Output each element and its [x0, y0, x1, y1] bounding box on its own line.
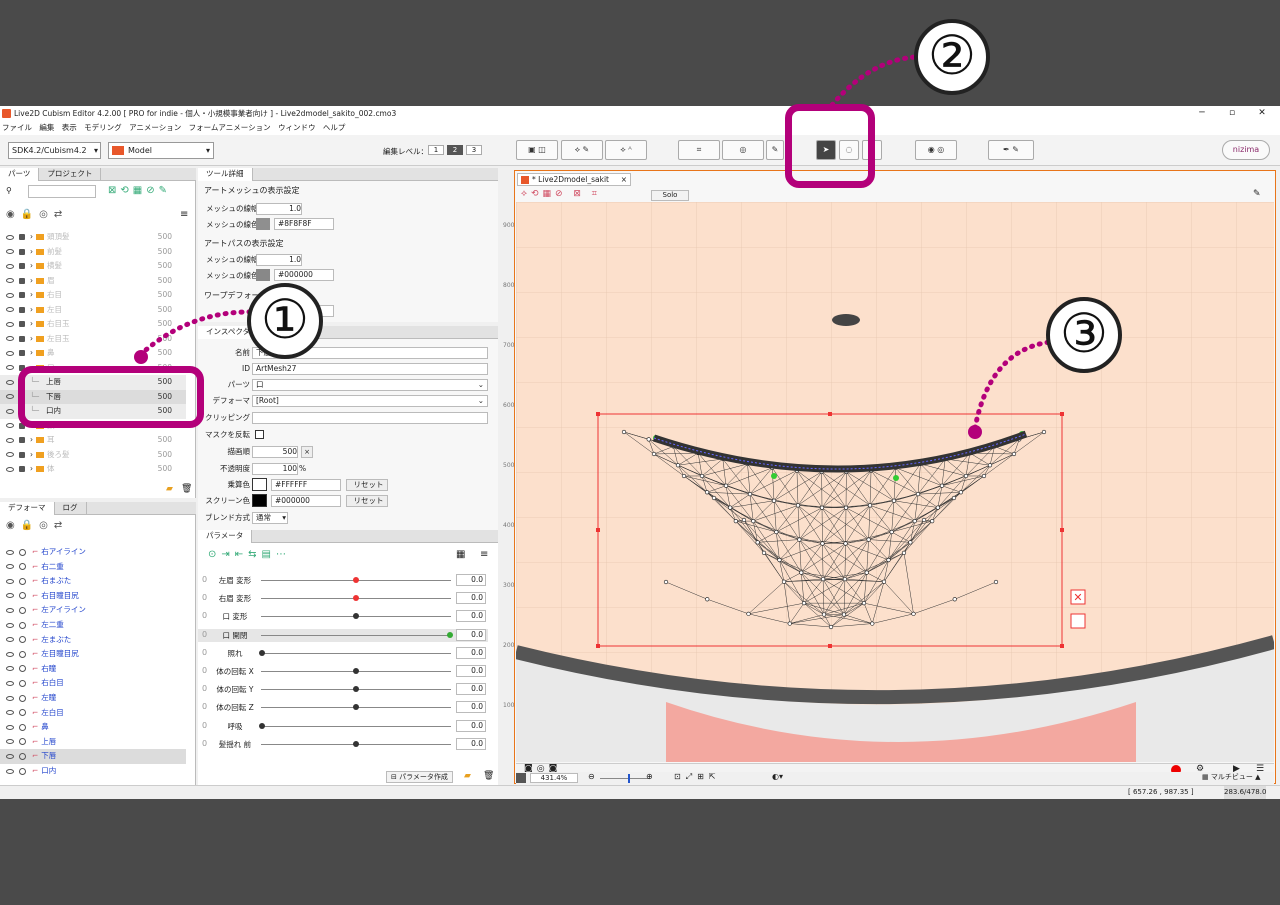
annotation-2-box — [785, 104, 875, 188]
annotation-3-dot — [968, 425, 982, 439]
annotation-2-leader — [829, 54, 919, 108]
annotation-1-leader — [137, 309, 258, 358]
annotation-1-badge: ① — [247, 283, 323, 359]
annotation-3-leader — [972, 339, 1053, 431]
annotation-2-badge: ② — [914, 19, 990, 95]
annotation-overlay — [137, 54, 1053, 431]
annotation-1-box — [18, 366, 204, 428]
annotation-3-badge: ③ — [1046, 297, 1122, 373]
annotation-1-dot — [134, 350, 148, 364]
